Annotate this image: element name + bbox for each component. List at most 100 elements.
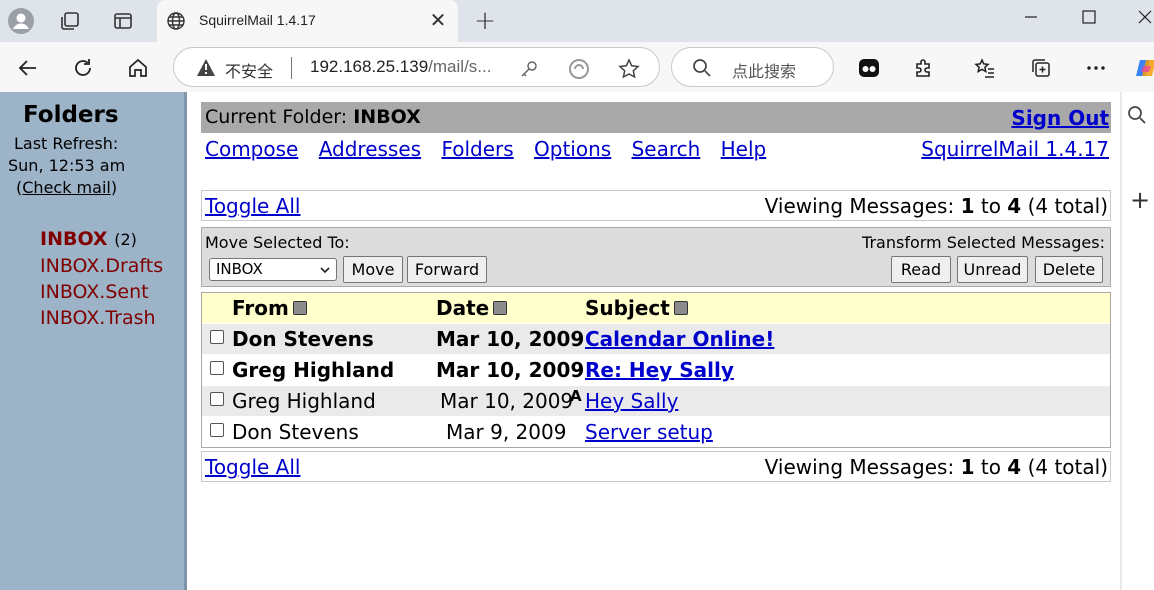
- folder-trash[interactable]: INBOX.Trash: [40, 305, 163, 331]
- move-button[interactable]: Move: [343, 256, 403, 283]
- folder-drafts[interactable]: INBOX.Drafts: [40, 253, 163, 279]
- security-status[interactable]: 不安全: [225, 58, 273, 82]
- main-nav: Compose Addresses Folders Options Search…: [205, 137, 780, 161]
- extensions-puzzle-icon[interactable]: [908, 52, 940, 84]
- move-selected-label: Move Selected To:: [205, 233, 350, 252]
- message-subject-link[interactable]: Calendar Online!: [585, 327, 774, 351]
- search-placeholder: 点此搜索: [732, 62, 797, 81]
- folder-sent[interactable]: INBOX.Sent: [40, 279, 163, 305]
- close-tab-icon[interactable]: ✕: [426, 8, 450, 32]
- sidebar-add-icon[interactable]: +: [1130, 188, 1154, 212]
- forward-button[interactable]: Forward: [407, 256, 487, 283]
- table-row[interactable]: Greg Highland Mar 10, 2009 A Hey Sally: [202, 385, 1110, 417]
- row-checkbox[interactable]: [210, 423, 224, 437]
- profile-icon[interactable]: [6, 6, 36, 36]
- sign-out-link[interactable]: Sign Out: [1011, 106, 1109, 130]
- refresh-icon[interactable]: [67, 52, 99, 84]
- password-key-icon[interactable]: [517, 57, 541, 81]
- message-actions: Move Selected To: Transform Selected Mes…: [201, 227, 1111, 287]
- check-mail: (Check mail): [16, 178, 118, 197]
- table-row[interactable]: Greg Highland Mar 10, 2009 Re: Hey Sally: [202, 354, 1110, 386]
- close-window-icon[interactable]: [1122, 2, 1154, 32]
- message-date: Mar 10, 2009: [440, 389, 574, 413]
- column-subject[interactable]: Subject: [585, 296, 688, 320]
- read-aloud-icon[interactable]: [567, 57, 591, 81]
- favorite-star-icon[interactable]: [617, 57, 641, 81]
- mark-read-button[interactable]: Read: [891, 256, 951, 283]
- message-table: From Date Subject Don Stevens Mar 10, 20…: [201, 292, 1111, 448]
- folder-inbox[interactable]: INBOX (2): [40, 226, 163, 253]
- sort-icon[interactable]: [292, 301, 307, 315]
- top-toggle-bar: Toggle All Viewing Messages: 1 to 4 (4 t…: [201, 190, 1111, 221]
- table-row[interactable]: Don Stevens Mar 9, 2009 Server setup: [202, 416, 1110, 447]
- version-link[interactable]: SquirrelMail 1.4.17: [921, 137, 1109, 161]
- browser-toolbar: 不安全 192.168.25.139/mail/s... 点此搜索: [0, 42, 1154, 92]
- collections-icon[interactable]: [1025, 52, 1057, 84]
- more-menu-icon[interactable]: [1080, 52, 1112, 84]
- tab-title: SquirrelMail 1.4.17: [199, 12, 316, 28]
- nav-folders[interactable]: Folders: [441, 137, 513, 161]
- current-folder-name: INBOX: [353, 106, 421, 128]
- minimize-icon[interactable]: [1008, 2, 1054, 32]
- sort-icon[interactable]: [673, 301, 688, 315]
- new-tab-icon[interactable]: +: [470, 6, 500, 36]
- message-subject-link[interactable]: Hey Sally: [585, 389, 678, 413]
- nav-compose[interactable]: Compose: [205, 137, 298, 161]
- message-from: Don Stevens: [232, 420, 359, 444]
- table-header: From Date Subject: [202, 293, 1110, 323]
- chevron-down-icon: [319, 262, 331, 280]
- toggle-all-link[interactable]: Toggle All: [205, 194, 300, 218]
- message-date: Mar 10, 2009: [436, 358, 585, 382]
- mark-unread-button[interactable]: Unread: [957, 256, 1028, 283]
- warning-icon[interactable]: [196, 58, 216, 81]
- folder-sidebar: Folders Last Refresh: Sun, 12:53 am (Che…: [0, 92, 187, 590]
- sidebar-search-icon[interactable]: [1126, 104, 1154, 132]
- row-checkbox[interactable]: [210, 392, 224, 406]
- row-checkbox[interactable]: [210, 361, 224, 375]
- workspaces-icon[interactable]: [55, 6, 85, 36]
- table-row[interactable]: Don Stevens Mar 10, 2009 Calendar Online…: [202, 323, 1110, 355]
- column-from[interactable]: From: [232, 296, 307, 320]
- message-date: Mar 10, 2009: [436, 327, 585, 351]
- message-from: Don Stevens: [232, 327, 374, 351]
- sort-icon[interactable]: [493, 301, 508, 315]
- page-content: Folders Last Refresh: Sun, 12:53 am (Che…: [0, 92, 1122, 590]
- favorites-list-icon[interactable]: [969, 52, 1001, 84]
- nav-help[interactable]: Help: [721, 137, 767, 161]
- message-from: Greg Highland: [232, 358, 395, 382]
- extension-app-icon[interactable]: [853, 52, 885, 84]
- viewing-messages: Viewing Messages: 1 to 4 (4 total): [764, 455, 1108, 479]
- column-date[interactable]: Date: [436, 296, 508, 320]
- nav-options[interactable]: Options: [534, 137, 611, 161]
- back-icon[interactable]: [12, 52, 44, 84]
- delete-button[interactable]: Delete: [1035, 256, 1103, 283]
- message-subject-link[interactable]: Re: Hey Sally: [585, 358, 734, 382]
- check-mail-link[interactable]: Check mail: [22, 178, 111, 197]
- search-icon: [692, 58, 712, 82]
- home-icon[interactable]: [122, 52, 154, 84]
- browser-tab-bar: SquirrelMail 1.4.17 ✕ +: [0, 0, 1154, 42]
- address-bar[interactable]: 不安全 192.168.25.139/mail/s...: [173, 47, 660, 87]
- message-subject-link[interactable]: Server setup: [585, 420, 713, 444]
- active-tab[interactable]: SquirrelMail 1.4.17 ✕: [157, 0, 458, 42]
- maximize-icon[interactable]: [1066, 2, 1112, 32]
- unread-count: (2): [114, 230, 137, 249]
- nav-search[interactable]: Search: [632, 137, 701, 161]
- address-separator: [291, 57, 292, 79]
- current-folder-label: Current Folder: INBOX: [205, 106, 421, 128]
- message-date: Mar 9, 2009: [446, 420, 567, 444]
- browser-side-edge: [1120, 92, 1122, 590]
- search-box[interactable]: 点此搜索: [671, 47, 834, 87]
- copilot-icon[interactable]: [1130, 52, 1154, 84]
- nav-addresses[interactable]: Addresses: [319, 137, 421, 161]
- bottom-toggle-bar: Toggle All Viewing Messages: 1 to 4 (4 t…: [201, 451, 1111, 482]
- tab-actions-icon[interactable]: [108, 6, 138, 36]
- message-from: Greg Highland: [232, 389, 376, 413]
- move-target-select[interactable]: INBOX: [209, 258, 337, 281]
- toggle-all-link[interactable]: Toggle All: [205, 455, 300, 479]
- last-refresh-label: Last Refresh:: [14, 134, 119, 153]
- folders-title: Folders: [23, 102, 119, 128]
- row-checkbox[interactable]: [210, 330, 224, 344]
- url-text[interactable]: 192.168.25.139/mail/s...: [310, 57, 491, 77]
- folder-list: INBOX (2) INBOX.Drafts INBOX.Sent INBOX.…: [40, 226, 163, 331]
